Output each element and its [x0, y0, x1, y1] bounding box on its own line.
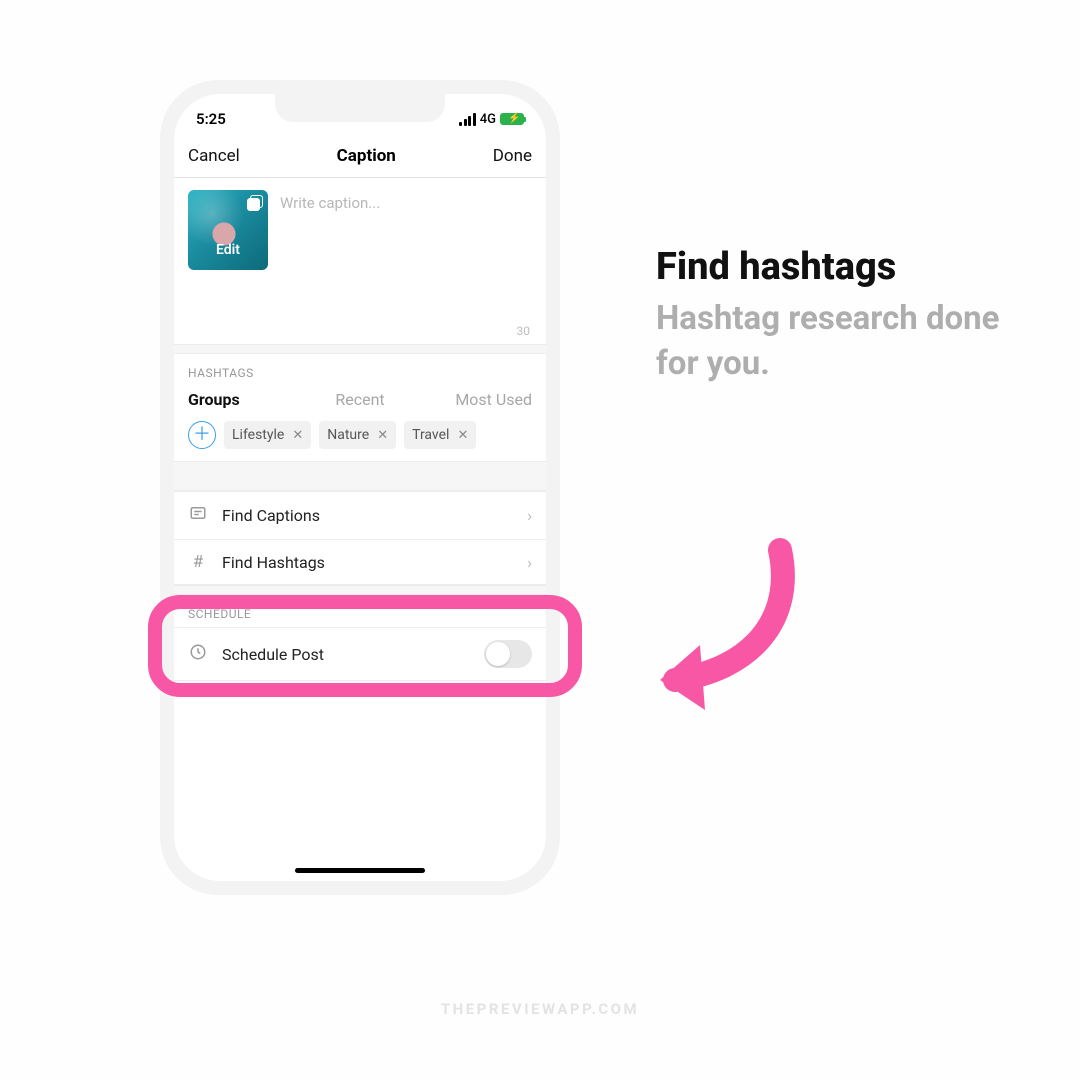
phone-notch: [275, 94, 445, 122]
section-gap: [174, 585, 546, 595]
section-gap: [174, 461, 546, 491]
caption-area: Edit Write caption... 30: [174, 178, 546, 344]
nav-title: Caption: [337, 146, 396, 166]
multi-post-icon: [247, 195, 263, 211]
headline-block: Find hashtags Hashtag research done for …: [656, 245, 1036, 386]
battery-icon: ⚡: [500, 113, 524, 125]
close-icon[interactable]: ✕: [457, 428, 468, 443]
status-time: 5:25: [196, 110, 226, 128]
status-right: 4G ⚡: [459, 112, 524, 127]
arrow-icon: [620, 530, 820, 730]
network-label: 4G: [480, 112, 496, 127]
schedule-header: SCHEDULE: [174, 595, 546, 627]
footer-watermark: THEPREVIEWAPP.COM: [0, 1000, 1080, 1018]
schedule-post-row: Schedule Post: [174, 627, 546, 681]
tab-recent[interactable]: Recent: [303, 390, 418, 409]
chevron-right-icon: ›: [527, 553, 532, 572]
close-icon[interactable]: ✕: [292, 428, 303, 443]
phone-frame: 5:25 4G ⚡ Cancel Caption Done Edit Write…: [160, 80, 560, 895]
caption-input[interactable]: Write caption...: [280, 190, 380, 338]
clock-icon: [188, 643, 208, 666]
section-gap: [174, 344, 546, 354]
find-hashtags-row[interactable]: # Find Hashtags ›: [174, 540, 546, 585]
post-thumbnail[interactable]: Edit: [188, 190, 268, 270]
chip-travel[interactable]: Travel✕: [404, 421, 476, 449]
close-icon[interactable]: ✕: [377, 428, 388, 443]
chip-lifestyle[interactable]: Lifestyle✕: [224, 421, 311, 449]
signal-icon: [459, 113, 476, 126]
find-captions-label: Find Captions: [222, 506, 320, 525]
tab-groups[interactable]: Groups: [188, 390, 303, 409]
add-group-button[interactable]: ＋: [188, 421, 216, 449]
hashtag-tabs: Groups Recent Most Used: [174, 386, 546, 421]
hashtags-header: HASHTAGS: [174, 354, 546, 386]
schedule-toggle[interactable]: [484, 640, 532, 668]
schedule-label: Schedule Post: [222, 645, 324, 664]
headline-title: Find hashtags: [656, 245, 1036, 289]
headline-subtitle: Hashtag research done for you.: [656, 297, 1036, 386]
caption-counter: 30: [517, 324, 531, 338]
find-captions-row[interactable]: Find Captions ›: [174, 491, 546, 540]
phone-screen: 5:25 4G ⚡ Cancel Caption Done Edit Write…: [174, 94, 546, 881]
tab-most-used[interactable]: Most Used: [417, 390, 532, 409]
caption-icon: [188, 504, 208, 527]
chevron-right-icon: ›: [527, 506, 532, 525]
find-hashtags-label: Find Hashtags: [222, 553, 325, 572]
nav-bar: Cancel Caption Done: [174, 134, 546, 178]
hashtag-chips: ＋ Lifestyle✕ Nature✕ Travel✕: [174, 421, 546, 461]
chip-nature[interactable]: Nature✕: [319, 421, 396, 449]
hashtag-icon: #: [188, 552, 208, 572]
home-indicator: [295, 868, 425, 873]
thumb-edit-label: Edit: [216, 242, 240, 258]
cancel-button[interactable]: Cancel: [188, 146, 240, 166]
done-button[interactable]: Done: [493, 146, 532, 166]
